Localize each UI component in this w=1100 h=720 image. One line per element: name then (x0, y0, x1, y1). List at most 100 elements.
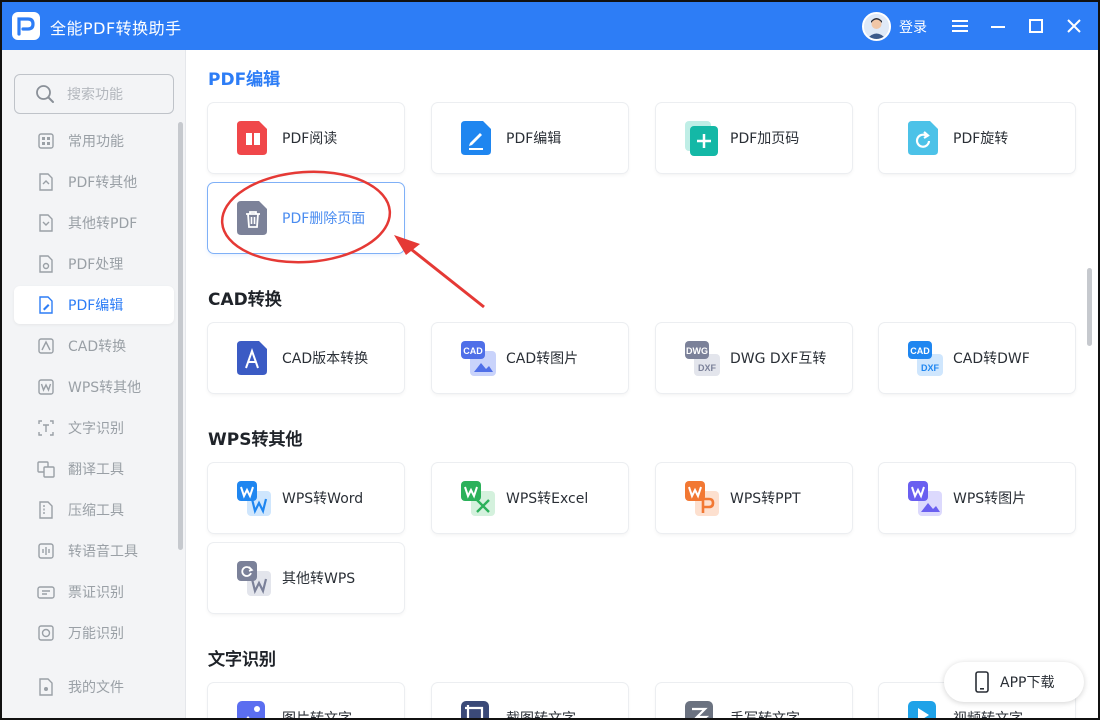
cad-to-dwf-icon: DXF CAD (908, 341, 943, 376)
card-other-to-wps[interactable]: 其他转WPS (208, 543, 404, 613)
cad-badge-text: CAD (463, 346, 483, 356)
card-dwg-dxf[interactable]: DXF DWG DWG DXF互转 (656, 323, 852, 393)
ocr-icon (36, 418, 56, 438)
card-pdf-delete-page[interactable]: PDF删除页面 (208, 183, 404, 253)
sidebar-item-universal[interactable]: 万能识别 (14, 614, 174, 652)
pdf-rotate-icon (908, 121, 940, 155)
sidebar-item-label: 票证识别 (68, 585, 124, 601)
sidebar-item-ocr[interactable]: 文字识别 (14, 409, 174, 447)
app-download-button[interactable]: APP下载 (944, 662, 1084, 702)
search-input[interactable]: 搜索功能 (67, 84, 123, 104)
sidebar-item-translate[interactable]: 翻译工具 (14, 450, 174, 488)
sidebar-item-common[interactable]: 常用功能 (14, 122, 174, 160)
app-download-label: APP下载 (1000, 675, 1055, 691)
card-image-to-text[interactable]: 图片转文字 (208, 683, 404, 720)
sidebar-item-label: 翻译工具 (68, 462, 124, 478)
card-label: PDF加页码 (730, 131, 800, 147)
card-label: DWG DXF互转 (730, 351, 827, 367)
pdf-read-icon (237, 121, 269, 155)
translate-icon (36, 459, 56, 479)
sidebar-item-label: PDF编辑 (68, 298, 124, 314)
sidebar-item-pdf-to-other[interactable]: PDF转其他 (14, 163, 174, 201)
card-cad-to-image[interactable]: CAD CAD转图片 (432, 323, 628, 393)
card-pdf-rotate[interactable]: PDF旋转 (879, 103, 1075, 173)
image-to-text-icon (237, 701, 269, 718)
app-title: 全能PDF转换助手 (50, 19, 182, 38)
sidebar-item-pdf-process[interactable]: PDF处理 (14, 245, 174, 283)
other-to-pdf-icon (36, 213, 56, 233)
sidebar-item-label: 转语音工具 (68, 544, 138, 560)
cad-icon (36, 336, 56, 356)
minimize-icon[interactable] (984, 12, 1012, 40)
card-wps-to-word[interactable]: WPS转Word (208, 463, 404, 533)
dxf-badge-text: DXF (921, 363, 940, 373)
card-label: WPS转Word (282, 491, 364, 507)
sidebar-item-label: 万能识别 (68, 626, 124, 642)
card-cad-version[interactable]: CAD版本转换 (208, 323, 404, 393)
app-logo (12, 12, 40, 40)
sidebar-item-my-files[interactable]: 我的文件 (14, 668, 174, 706)
sidebar: 搜索功能 常用功能 PDF转其他 其他转PDF PDF处理 PDF编辑 CAD转… (2, 50, 186, 718)
wps-to-word-icon (237, 481, 271, 516)
card-label: CAD转DWF (953, 351, 1030, 367)
screenshot-to-text-icon (461, 701, 493, 718)
wps-to-excel-icon (461, 481, 495, 516)
main-content: PDF编辑 PDF阅读 PDF编辑 PDF加页码 PDF旋转 PDF删除页面 C… (187, 50, 1098, 718)
video-to-text-icon (908, 701, 940, 718)
app-window: 全能PDF转换助手 登录 搜索功能 常用功能 PDF转其他 其他转PDF PDF… (0, 0, 1100, 720)
card-label: WPS转PPT (730, 491, 801, 507)
ticket-icon (36, 582, 56, 602)
universal-icon (36, 623, 56, 643)
card-label: 手写转文字 (730, 711, 800, 720)
section-title-cad: CAD转换 (208, 290, 282, 310)
user-avatar[interactable] (862, 12, 891, 41)
card-wps-to-ppt[interactable]: WPS转PPT (656, 463, 852, 533)
card-label: 图片转文字 (282, 711, 352, 720)
card-label: 其他转WPS (282, 571, 356, 587)
card-wps-to-image[interactable]: WPS转图片 (879, 463, 1075, 533)
other-to-wps-icon (237, 561, 271, 596)
sidebar-item-other-to-pdf[interactable]: 其他转PDF (14, 204, 174, 242)
card-screenshot-to-text[interactable]: 截图转文字 (432, 683, 628, 718)
maximize-icon[interactable] (1022, 12, 1050, 40)
pdf-to-other-icon (36, 172, 56, 192)
sidebar-item-label: WPS转其他 (68, 380, 142, 396)
phone-icon (975, 671, 989, 693)
sidebar-item-ticket[interactable]: 票证识别 (14, 573, 174, 611)
pdf-edit-icon (461, 121, 493, 155)
card-wps-to-excel[interactable]: WPS转Excel (432, 463, 628, 533)
compress-icon (36, 500, 56, 520)
pdf-delete-page-icon (237, 201, 269, 235)
sidebar-item-label: CAD转换 (68, 339, 127, 355)
sidebar-item-wps[interactable]: WPS转其他 (14, 368, 174, 406)
search-box[interactable]: 搜索功能 (14, 74, 174, 114)
sidebar-item-cad[interactable]: CAD转换 (14, 327, 174, 365)
card-pdf-edit[interactable]: PDF编辑 (432, 103, 628, 173)
search-icon (36, 85, 54, 103)
card-pdf-read[interactable]: PDF阅读 (208, 103, 404, 173)
pdf-process-icon (36, 254, 56, 274)
menu-icon[interactable] (946, 12, 974, 40)
sidebar-scrollbar[interactable] (178, 122, 183, 550)
pdf-edit-icon (36, 295, 56, 315)
sidebar-item-label: 文字识别 (68, 421, 124, 437)
card-label: 视频转文字 (953, 711, 1023, 720)
card-pdf-add-page-number[interactable]: PDF加页码 (656, 103, 852, 173)
title-bar: 全能PDF转换助手 登录 (2, 2, 1098, 50)
card-label: PDF删除页面 (282, 211, 366, 227)
main-scrollbar[interactable] (1087, 268, 1092, 346)
wps-to-image-icon (908, 481, 942, 516)
my-files-icon (36, 677, 56, 697)
section-title-wps: WPS转其他 (208, 430, 303, 450)
cad-badge-text: CAD (910, 346, 930, 356)
close-icon[interactable] (1060, 12, 1088, 40)
sidebar-item-voice[interactable]: 转语音工具 (14, 532, 174, 570)
login-button[interactable]: 登录 (899, 17, 927, 37)
card-handwriting-to-text[interactable]: 手写转文字 (656, 683, 852, 720)
card-cad-to-dwf[interactable]: DXF CAD CAD转DWF (879, 323, 1075, 393)
card-label: WPS转图片 (953, 491, 1027, 507)
sidebar-item-compress[interactable]: 压缩工具 (14, 491, 174, 529)
section-title-pdf-edit: PDF编辑 (208, 70, 281, 90)
sidebar-item-pdf-edit[interactable]: PDF编辑 (14, 286, 174, 324)
sidebar-item-label: 压缩工具 (68, 503, 124, 519)
